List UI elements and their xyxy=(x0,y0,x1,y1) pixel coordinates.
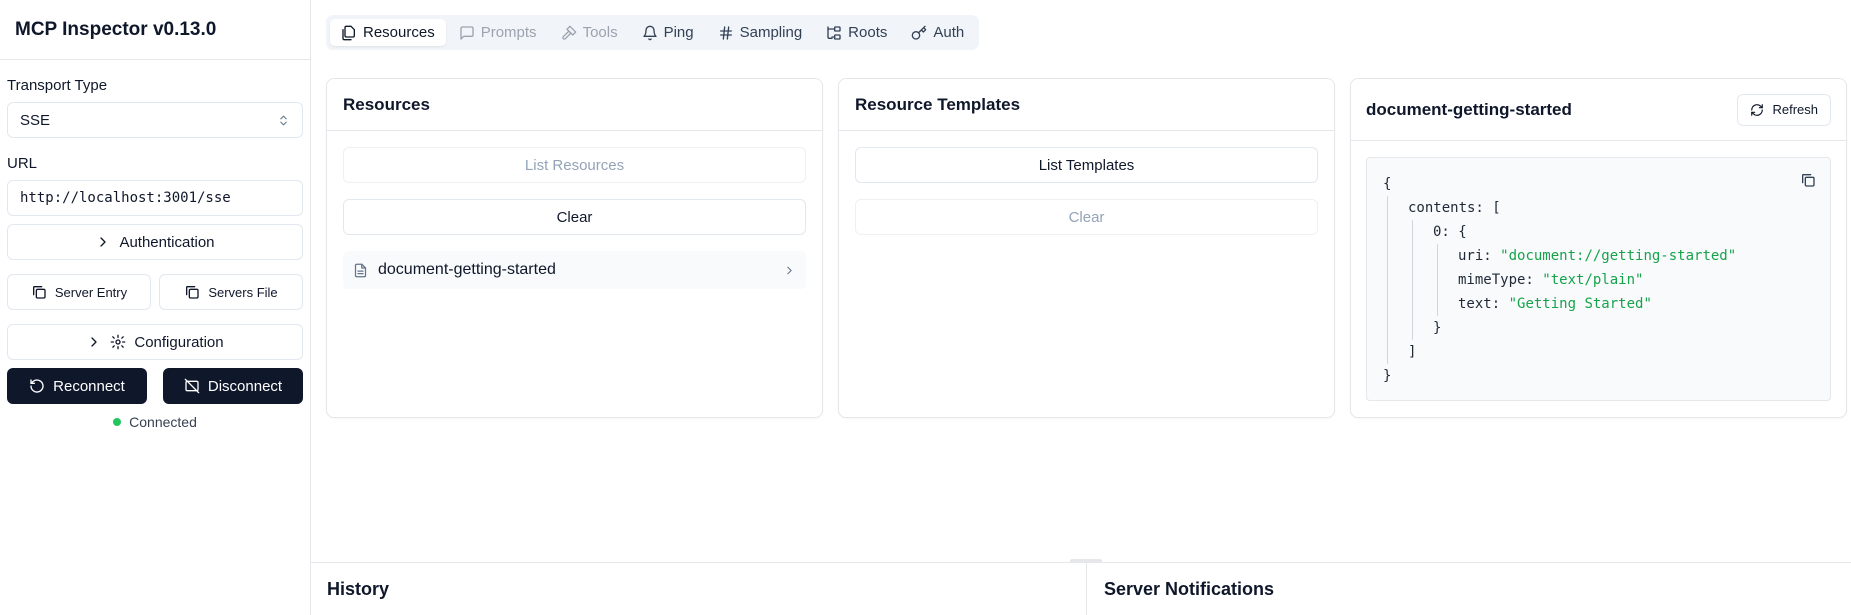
json-line: contents: [ xyxy=(1408,196,1814,220)
tab-bar: Resources Prompts Tools Ping Sampling Ro… xyxy=(326,15,980,50)
json-line: text: "Getting Started" xyxy=(1458,292,1814,316)
resource-templates-card: Resource Templates List Templates Clear xyxy=(838,78,1335,418)
rotate-ccw-icon xyxy=(30,379,44,393)
authentication-button[interactable]: Authentication xyxy=(7,224,303,260)
detail-header: document-getting-started Refresh xyxy=(1351,79,1846,141)
clear-resources-button[interactable]: Clear xyxy=(343,199,806,235)
clear-templates-button[interactable]: Clear xyxy=(855,199,1318,235)
folder-tree-icon xyxy=(827,25,841,40)
refresh-button[interactable]: Refresh xyxy=(1737,93,1831,126)
tab-label: Prompts xyxy=(480,24,537,41)
json-line: uri: "document://getting-started" xyxy=(1458,244,1814,268)
refresh-label: Refresh xyxy=(1772,102,1818,117)
chevron-right-icon xyxy=(100,237,107,247)
copy-icon xyxy=(32,286,46,299)
tab-prompts[interactable]: Prompts xyxy=(448,19,548,46)
status-text: Connected xyxy=(129,414,197,430)
message-square-icon xyxy=(460,25,474,40)
bottom-panel: History Server Notifications xyxy=(311,562,1851,615)
file-text-icon xyxy=(354,263,367,277)
hammer-icon xyxy=(561,25,576,40)
json-line: } xyxy=(1383,368,1392,384)
key-icon xyxy=(912,25,927,40)
tab-roots[interactable]: Roots xyxy=(815,19,898,46)
copy-icon[interactable] xyxy=(1800,172,1816,188)
main-area: Resources Prompts Tools Ping Sampling Ro… xyxy=(311,0,1851,615)
bell-icon xyxy=(642,25,657,40)
chevron-right-icon xyxy=(91,337,98,347)
json-viewer: { contents: [ 0: { uri: "document://gett… xyxy=(1366,157,1831,401)
transport-type-select[interactable]: SSE xyxy=(7,102,303,138)
reconnect-label: Reconnect xyxy=(53,377,125,395)
tab-label: Tools xyxy=(582,24,618,41)
json-string: "Getting Started" xyxy=(1508,296,1652,312)
refresh-icon xyxy=(1751,103,1764,116)
sidebar: MCP Inspector v0.13.0 Transport Type SSE… xyxy=(0,0,311,615)
json-key: mimeType: xyxy=(1458,272,1534,288)
configuration-label: Configuration xyxy=(134,333,224,351)
sidebar-header: MCP Inspector v0.13.0 xyxy=(0,0,310,60)
tab-label: Resources xyxy=(363,24,435,41)
chevron-right-icon xyxy=(787,266,792,274)
tab-tools[interactable]: Tools xyxy=(550,19,629,46)
templates-title: Resource Templates xyxy=(839,79,1334,131)
resources-card: Resources List Resources Clear document-… xyxy=(326,78,823,418)
server-entry-button[interactable]: Server Entry xyxy=(7,274,151,310)
servers-file-label: Servers File xyxy=(208,284,278,300)
disconnect-label: Disconnect xyxy=(207,377,283,395)
json-key: text: xyxy=(1458,296,1501,312)
list-templates-button[interactable]: List Templates xyxy=(855,147,1318,183)
tab-auth[interactable]: Auth xyxy=(900,19,975,46)
files-icon xyxy=(342,25,355,40)
tab-label: Roots xyxy=(848,24,888,41)
history-title: History xyxy=(327,579,390,599)
transport-type-value: SSE xyxy=(20,111,51,129)
url-input[interactable]: http://localhost:3001/sse xyxy=(7,180,303,216)
json-bracket: { xyxy=(1458,224,1467,240)
json-key: contents: xyxy=(1408,200,1484,216)
tab-label: Sampling xyxy=(739,24,803,41)
tab-label: Ping xyxy=(663,24,694,41)
copy-icon xyxy=(186,286,199,299)
json-line: } xyxy=(1433,320,1442,336)
json-line: 0: { xyxy=(1433,220,1814,244)
disconnect-button[interactable]: Disconnect xyxy=(163,368,303,404)
transport-type-label: Transport Type xyxy=(7,77,108,94)
chevrons-up-down-icon xyxy=(280,115,287,125)
resource-detail-card: document-getting-started Refresh { conte… xyxy=(1350,78,1847,418)
authentication-label: Authentication xyxy=(119,233,215,251)
list-item[interactable]: document-getting-started xyxy=(343,251,806,289)
tab-sampling[interactable]: Sampling xyxy=(707,19,814,46)
json-string: "document://getting-started" xyxy=(1500,248,1737,264)
tab-ping[interactable]: Ping xyxy=(631,19,705,46)
server-notifications-title: Server Notifications xyxy=(1104,579,1275,599)
resources-title: Resources xyxy=(327,79,822,131)
configuration-button[interactable]: Configuration xyxy=(7,324,303,360)
url-label: URL xyxy=(7,155,38,172)
reconnect-button[interactable]: Reconnect xyxy=(7,368,147,404)
json-string: "text/plain" xyxy=(1542,272,1644,288)
json-line: mimeType: "text/plain" xyxy=(1458,268,1814,292)
connection-status: Connected xyxy=(7,414,303,430)
panel-divider xyxy=(1086,563,1087,615)
unplug-icon xyxy=(184,378,200,394)
tab-label: Auth xyxy=(933,24,965,41)
json-bracket: [ xyxy=(1492,200,1501,216)
servers-file-button[interactable]: Servers File xyxy=(159,274,303,310)
status-dot xyxy=(113,418,122,426)
gear-icon xyxy=(111,334,126,350)
server-entry-label: Server Entry xyxy=(54,284,128,300)
json-line: ] xyxy=(1408,344,1417,360)
tab-resources[interactable]: Resources xyxy=(330,19,446,46)
app-title: MCP Inspector v0.13.0 xyxy=(15,18,217,40)
list-resources-button[interactable]: List Resources xyxy=(343,147,806,183)
json-key: 0: xyxy=(1433,224,1450,240)
resource-name: document-getting-started xyxy=(378,261,556,278)
json-line: { xyxy=(1383,176,1392,192)
hash-icon xyxy=(719,25,732,40)
json-key: uri: xyxy=(1458,248,1492,264)
detail-title: document-getting-started xyxy=(1366,99,1572,119)
